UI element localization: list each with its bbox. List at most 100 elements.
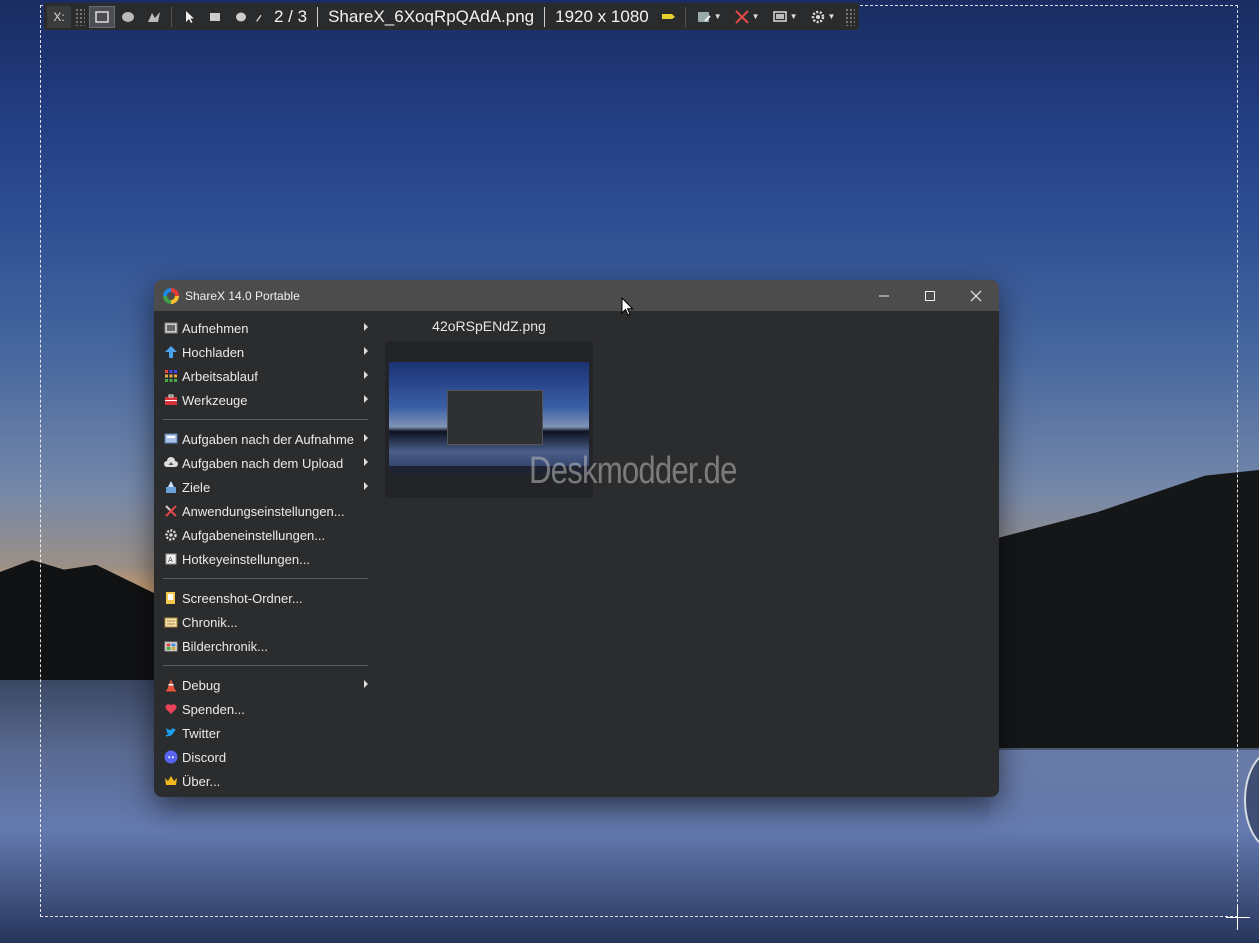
image-history-icon bbox=[163, 639, 178, 654]
upload-arrow-icon bbox=[163, 345, 178, 360]
settings-dropdown[interactable]: ▼ bbox=[804, 9, 842, 25]
toolbar-separator bbox=[171, 6, 172, 27]
menu-separator bbox=[163, 419, 368, 420]
toolbar-separator bbox=[317, 6, 319, 27]
toolbar-separator bbox=[544, 6, 546, 27]
window-titlebar[interactable]: ShareX 14.0 Portable bbox=[154, 280, 999, 311]
menu-item-hotkeyeinstellungen[interactable]: A Hotkeyeinstellungen... bbox=[154, 547, 374, 571]
menu-item-twitter[interactable]: Twitter bbox=[154, 721, 374, 745]
toolbar-separator bbox=[684, 6, 686, 27]
crosshair-icon bbox=[1226, 906, 1250, 930]
menu-item-discord[interactable]: Discord bbox=[154, 745, 374, 769]
watermark-text: Deskmodder.de bbox=[529, 450, 737, 492]
discord-icon bbox=[163, 750, 178, 765]
history-icon bbox=[163, 615, 178, 630]
menu-item-chronik[interactable]: Chronik... bbox=[154, 610, 374, 634]
pen-icon bbox=[256, 14, 262, 22]
destinations-icon bbox=[163, 480, 178, 495]
edit-icon bbox=[697, 11, 711, 22]
menu-item-label: Aufgabeneinstellungen... bbox=[182, 527, 326, 543]
capture-dropdown[interactable]: ▼ bbox=[766, 9, 804, 25]
maximize-button[interactable] bbox=[907, 280, 953, 311]
menu-item-label: Hotkeyeinstellungen... bbox=[182, 551, 310, 567]
heart-icon bbox=[163, 702, 178, 717]
drag-grip-icon[interactable] bbox=[845, 7, 856, 26]
thumbnail-filename: 42oRSpENdZ.png bbox=[432, 318, 546, 334]
capture-icon bbox=[163, 321, 178, 336]
cloud-icon bbox=[163, 456, 178, 471]
menu-separator bbox=[163, 578, 368, 579]
tools-icon bbox=[163, 504, 178, 519]
ellipse-icon bbox=[236, 12, 246, 21]
menu-item-label: Ziele bbox=[182, 479, 211, 495]
drag-grip-icon[interactable] bbox=[75, 7, 85, 26]
menu-item-aufgaben-nach-upload[interactable]: Aufgaben nach dem Upload bbox=[154, 451, 374, 475]
menu-item-arbeitsablauf[interactable]: Arbeitsablauf bbox=[154, 364, 374, 388]
menu-item-screenshot-ordner[interactable]: Screenshot-Ordner... bbox=[154, 586, 374, 610]
menu-item-label: Debug bbox=[182, 677, 221, 693]
ellipse-tool-button[interactable] bbox=[228, 6, 254, 28]
folder-icon bbox=[163, 591, 178, 606]
highlighter-icon bbox=[661, 13, 675, 19]
menu-item-aufgaben-nach-aufnahme[interactable]: Aufgaben nach der Aufnahme bbox=[154, 427, 374, 451]
select-tool-button[interactable] bbox=[176, 6, 202, 28]
gear-icon bbox=[811, 10, 824, 23]
submenu-arrow-icon bbox=[364, 680, 368, 688]
mouse-cursor-icon bbox=[621, 297, 634, 316]
menu-item-aufgabeneinstellungen[interactable]: Aufgabeneinstellungen... bbox=[154, 523, 374, 547]
menu-item-label: Spenden... bbox=[182, 701, 245, 717]
menu-item-ziele[interactable]: Ziele bbox=[154, 475, 374, 499]
pen-tool-button[interactable] bbox=[254, 6, 268, 28]
crown-icon bbox=[163, 774, 178, 789]
menu-item-aufnehmen[interactable]: Aufnehmen bbox=[154, 316, 374, 340]
menu-item-label: Hochladen bbox=[182, 344, 245, 360]
tools-dropdown[interactable]: ▼ bbox=[728, 9, 766, 25]
submenu-arrow-icon bbox=[364, 395, 368, 403]
submenu-arrow-icon bbox=[364, 458, 368, 466]
menu-item-bilderchronik[interactable]: Bilderchronik... bbox=[154, 634, 374, 658]
menu-item-label: Bilderchronik... bbox=[182, 638, 268, 654]
chevron-down-icon: ▼ bbox=[827, 12, 836, 21]
menu-item-label: Anwendungseinstellungen... bbox=[182, 503, 345, 519]
tools-icon bbox=[734, 9, 749, 24]
ellipse-region-button[interactable] bbox=[115, 6, 141, 28]
menu-item-spenden[interactable]: Spenden... bbox=[154, 697, 374, 721]
edit-dropdown[interactable]: ▼ bbox=[690, 9, 728, 25]
rectangle-tool-button[interactable] bbox=[202, 6, 228, 28]
menu-item-label: Discord bbox=[182, 749, 227, 765]
menu-item-anwendungseinstellungen[interactable]: Anwendungseinstellungen... bbox=[154, 499, 374, 523]
screen-icon bbox=[772, 10, 787, 22]
window-title: ShareX 14.0 Portable bbox=[185, 288, 300, 303]
capture-toolbar: X: 2 / 3 ShareX_6XoqRpQAdA.png 1920 x 10… bbox=[44, 3, 860, 30]
menu-item-werkzeuge[interactable]: Werkzeuge bbox=[154, 388, 374, 412]
chevron-down-icon: ▼ bbox=[713, 12, 722, 21]
freehand-icon bbox=[148, 11, 160, 22]
menu-item-ueber[interactable]: Über... bbox=[154, 769, 374, 793]
menu-item-label: Werkzeuge bbox=[182, 392, 248, 408]
rectangle-icon bbox=[95, 10, 109, 23]
keyboard-icon: A bbox=[163, 552, 178, 567]
sharex-main-window: ShareX 14.0 Portable Aufnehmen Hochladen… bbox=[154, 280, 999, 797]
toolbox-icon bbox=[163, 393, 178, 408]
submenu-arrow-icon bbox=[364, 347, 368, 355]
freehand-region-button[interactable] bbox=[141, 6, 167, 28]
twitter-icon bbox=[163, 726, 178, 741]
submenu-arrow-icon bbox=[364, 434, 368, 442]
minimize-button[interactable] bbox=[861, 280, 907, 311]
menu-item-label: Screenshot-Ordner... bbox=[182, 590, 303, 606]
image-counter: 2 / 3 bbox=[274, 6, 308, 26]
submenu-arrow-icon bbox=[364, 482, 368, 490]
svg-text:A: A bbox=[168, 556, 173, 564]
close-icon bbox=[970, 290, 982, 301]
ellipse-icon bbox=[122, 11, 134, 22]
menu-item-hochladen[interactable]: Hochladen bbox=[154, 340, 374, 364]
close-button[interactable] bbox=[953, 280, 999, 311]
chevron-down-icon: ▼ bbox=[789, 12, 798, 21]
rectangle-region-button[interactable] bbox=[89, 5, 115, 28]
menu-item-debug[interactable]: Debug bbox=[154, 673, 374, 697]
submenu-arrow-icon bbox=[364, 323, 368, 331]
menu-item-label: Aufgaben nach dem Upload bbox=[182, 455, 344, 471]
menu-item-label: Twitter bbox=[182, 725, 221, 741]
image-filename: ShareX_6XoqRpQAdA.png bbox=[328, 6, 535, 26]
highlight-tool-button[interactable] bbox=[655, 6, 681, 28]
